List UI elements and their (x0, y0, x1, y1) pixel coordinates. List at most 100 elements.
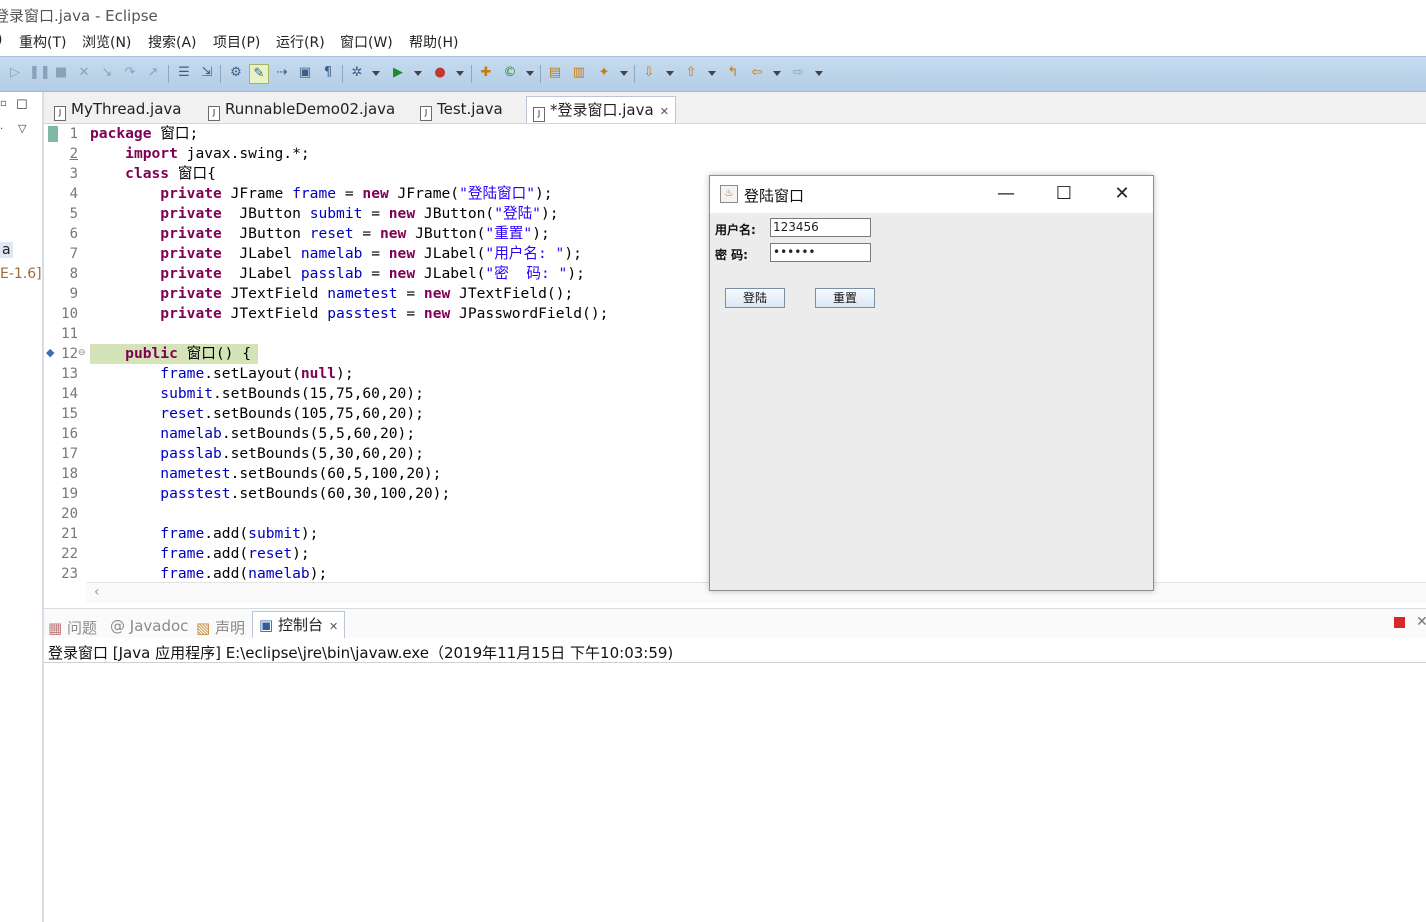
pilcrow-icon[interactable]: ¶ (319, 64, 337, 82)
menu-item-refactor[interactable]: 重构(T) (19, 32, 66, 52)
previous-annotation-icon[interactable]: ⇧ (682, 64, 700, 82)
menu-item-help[interactable]: 帮助(H) (409, 32, 458, 52)
tab-problems[interactable]: ▦ 问题 (48, 617, 97, 638)
line-number: 18 (61, 466, 78, 482)
problems-icon: ▦ (48, 619, 63, 637)
code-line: frame.setLayout(null); (160, 365, 354, 382)
login-window: ♨ 登陆窗口 — ☐ ✕ 用户名: 123456 密 码: •••••• 登陆 … (709, 175, 1154, 591)
step-into-icon[interactable]: ↘ (98, 64, 116, 82)
line-number: 3 (69, 166, 78, 182)
forward-icon[interactable]: ⇨ (789, 64, 807, 82)
submit-button[interactable]: 登陆 (725, 288, 785, 308)
minimize-window-icon[interactable]: — (984, 180, 1028, 208)
close-console-tab-icon[interactable]: ✕ (329, 620, 338, 633)
scroll-left-icon[interactable]: ‹ (94, 584, 100, 600)
package-explorer-partial-label[interactable]: a (0, 242, 13, 258)
login-window-titlebar[interactable]: ♨ 登陆窗口 — ☐ ✕ (710, 176, 1153, 213)
drop-to-frame-icon[interactable]: ⇲ (198, 64, 216, 82)
tab-declaration[interactable]: ▧ 声明 (196, 617, 245, 638)
menu-item-project[interactable]: 项目(P) (213, 32, 260, 52)
close-window-icon[interactable]: ✕ (1100, 180, 1144, 208)
previous-annotation-dropdown-icon[interactable] (708, 71, 716, 76)
fold-toggle-icon[interactable]: ⊖ (78, 348, 86, 358)
line-number-gutter: ◆ 1 2 3 4 5 6 7 8 9 10 11 12 ⊖ 13 14 15 … (44, 124, 86, 582)
maximize-window-icon[interactable]: ☐ (1042, 180, 1086, 208)
new-java-project-icon[interactable]: ✚ (477, 64, 495, 82)
menu-item-navigate[interactable]: 浏览(N) (82, 32, 131, 52)
minimize-icon[interactable]: ▫ (0, 98, 7, 109)
line-number: 8 (69, 266, 78, 282)
username-field[interactable]: 123456 (770, 218, 871, 237)
next-annotation-icon[interactable]: ⇩ (640, 64, 658, 82)
close-tab-icon[interactable]: ✕ (660, 105, 669, 118)
line-number: 2 (69, 146, 78, 162)
declaration-icon: ▧ (196, 619, 211, 637)
tab-test-java[interactable]: J Test.java (420, 96, 503, 122)
line-number: 6 (69, 226, 78, 242)
terminate-process-icon[interactable] (1394, 617, 1405, 628)
code-line: public 窗口() { (125, 345, 251, 362)
use-step-filters-icon[interactable]: ☰ (175, 64, 193, 82)
password-field[interactable]: •••••• (770, 243, 871, 262)
show-whitespace-icon[interactable]: ▣ (296, 64, 314, 82)
tab-console[interactable]: ▣ 控制台 ✕ (252, 611, 346, 639)
password-label: 密 码: (715, 248, 748, 262)
new-dropdown-icon[interactable] (526, 71, 534, 76)
code-line: private JButton reset = new JButton("重置"… (160, 225, 550, 242)
tab-javadoc[interactable]: @ Javadoc (110, 617, 188, 635)
remove-launch-icon[interactable]: ✕ (1416, 614, 1426, 630)
resume-icon[interactable]: ▷ (6, 64, 24, 82)
jre-library-partial-label[interactable]: E-1.6] (0, 266, 42, 282)
open-task-icon[interactable]: ▥ (570, 64, 588, 82)
back-icon[interactable]: ⇦ (748, 64, 766, 82)
line-number: 5 (69, 206, 78, 222)
last-edit-location-icon[interactable]: ↰ (724, 64, 742, 82)
java-file-icon: J (54, 106, 66, 121)
code-line: package 窗口; (90, 125, 199, 142)
code-line: private JButton submit = new JButton("登陆… (160, 205, 559, 222)
open-folder-icon[interactable]: ▤ (546, 64, 564, 82)
next-annotation-dropdown-icon[interactable] (666, 71, 674, 76)
bottom-view-tab-bar: ▦ 问题 @ Javadoc ▧ 声明 ▣ 控制台 ✕ ✕ (44, 608, 1426, 639)
menu-item-window[interactable]: 窗口(W) (340, 32, 393, 52)
external-tools-dropdown-icon[interactable] (456, 71, 464, 76)
debug-dropdown-icon[interactable] (372, 71, 380, 76)
search-icon[interactable]: ✦ (595, 64, 613, 82)
run-dropdown-icon[interactable] (414, 71, 422, 76)
code-line: namelab.setBounds(5,5,60,20); (160, 425, 416, 442)
menu-item-run[interactable]: 运行(R) (276, 32, 325, 52)
terminate-icon[interactable]: ■ (52, 64, 70, 82)
line-number: 23 (61, 566, 78, 582)
toggle-block-selection-icon[interactable]: ⇢ (273, 64, 291, 82)
reset-button[interactable]: 重置 (815, 288, 875, 308)
code-line: private JTextField nametest = new JTextF… (160, 285, 574, 302)
tab-label: RunnableDemo02.java (225, 100, 396, 118)
open-type-icon[interactable]: ⚙ (227, 64, 245, 82)
search-dropdown-icon[interactable] (620, 71, 628, 76)
tab-runnabledemo02-java[interactable]: J RunnableDemo02.java (208, 96, 395, 122)
step-over-icon[interactable]: ↷ (121, 64, 139, 82)
console-output[interactable]: 登录窗口 [Java 应用程序] E:\eclipse\jre\bin\java… (44, 638, 1426, 922)
line-number: 14 (61, 386, 78, 402)
java-file-icon: J (533, 107, 545, 122)
window-title: 登录窗口.java - Eclipse (0, 7, 158, 25)
menu-item-search[interactable]: 搜索(A) (148, 32, 197, 52)
run-icon[interactable]: ▶ (389, 64, 407, 82)
back-dropdown-icon[interactable] (773, 71, 781, 76)
view-menu-icon[interactable]: ▽ (18, 122, 26, 135)
debug-icon[interactable]: ✲ (348, 64, 366, 82)
toolbar-separator (342, 65, 343, 83)
collapse-dot-icon: · (0, 124, 4, 135)
tab-login-window-java[interactable]: J *登录窗口.java ✕ (526, 96, 676, 123)
disconnect-icon[interactable]: ✕ (75, 64, 93, 82)
tab-mythread-java[interactable]: J MyThread.java (54, 96, 181, 122)
external-tools-icon[interactable]: ● (431, 64, 449, 82)
step-return-icon[interactable]: ↗ (144, 64, 162, 82)
menu-item-partial[interactable]: ) (0, 32, 2, 48)
maximize-icon[interactable]: ☐ (16, 98, 28, 113)
suspend-icon[interactable]: ❚❚ (29, 64, 51, 82)
new-class-icon[interactable]: © (501, 64, 519, 82)
mark-occurrences-icon[interactable]: ✎ (249, 64, 269, 84)
line-number: 9 (69, 286, 78, 302)
forward-dropdown-icon[interactable] (815, 71, 823, 76)
